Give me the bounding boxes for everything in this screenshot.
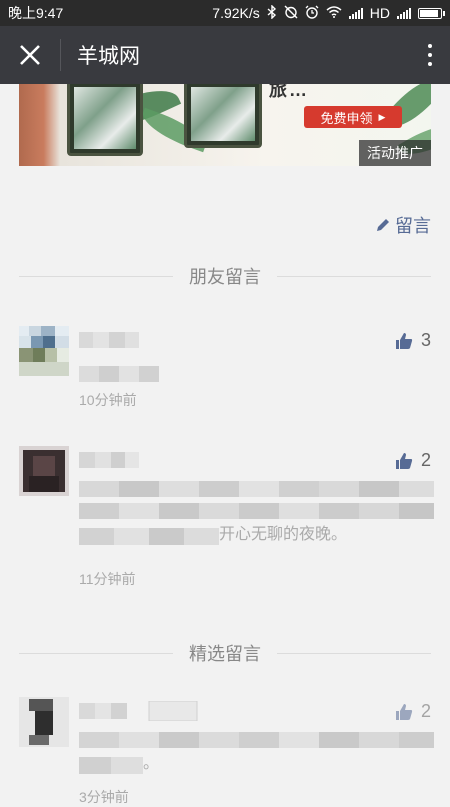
comment-item: 开心无聊的夜晚。 11分钟前 2 (19, 446, 434, 587)
comment-author (79, 450, 141, 472)
battery-icon (418, 7, 445, 19)
avatar[interactable] (19, 697, 69, 747)
wifi-icon (326, 6, 342, 20)
divider-line (19, 275, 173, 277)
friends-section-header: 朋友留言 (19, 264, 431, 288)
comment-author (79, 701, 199, 723)
close-button[interactable] (0, 26, 60, 84)
product-image (184, 84, 262, 148)
more-dot (428, 62, 432, 66)
close-icon (20, 45, 40, 65)
status-icons: 7.92K/s HD (212, 4, 445, 21)
like-count: 2 (420, 450, 431, 470)
nav-bar: 羊城网 (0, 26, 450, 84)
comment-text-visible: 。 (143, 755, 160, 772)
comment-item: 。 3分钟前 2 (19, 697, 434, 805)
like-button[interactable]: 3 (395, 330, 431, 351)
comment-time: 11分钟前 (79, 571, 136, 587)
comment-text: 开心无聊的夜晚。 (79, 476, 434, 547)
avatar[interactable] (19, 326, 69, 376)
write-comment-label: 留言 (395, 216, 431, 236)
play-arrow-icon: ▶ (378, 111, 386, 122)
comment-text: 。 (79, 727, 434, 776)
comment-text (79, 360, 434, 388)
like-button[interactable]: 2 (395, 701, 431, 722)
pencil-icon (377, 219, 389, 231)
more-vert-icon (428, 44, 432, 48)
divider-line (277, 652, 431, 654)
divider-line (19, 652, 173, 654)
network-type: HD (369, 5, 390, 21)
divider-line (277, 275, 431, 277)
bluetooth-icon (267, 4, 277, 21)
net-speed: 7.92K/s (212, 5, 260, 21)
avatar[interactable] (19, 446, 69, 496)
signal-icon-secondary (397, 7, 411, 19)
more-button[interactable] (410, 26, 450, 84)
comment-author (79, 330, 141, 352)
ad-banner[interactable]: 旅… 免费申领 ▶ 活动推广 (19, 84, 431, 166)
status-time: 晚上9:47 (8, 5, 64, 21)
promo-tag: 活动推广 (359, 140, 431, 166)
banner-headline: 旅… (269, 84, 309, 100)
product-image (67, 84, 143, 156)
like-count: 2 (420, 701, 431, 721)
thumbs-up-icon (395, 703, 413, 720)
page-title: 羊城网 (77, 45, 140, 68)
signal-icon (348, 7, 363, 19)
friends-section-title: 朋友留言 (189, 267, 261, 287)
thumbs-up-icon (395, 452, 413, 469)
comment-item: 10分钟前 3 (19, 326, 431, 416)
featured-section-header: 精选留言 (19, 641, 431, 665)
free-apply-label: 免费申领 (320, 110, 373, 126)
comment-time: 10分钟前 (79, 392, 137, 408)
nav-divider (60, 39, 61, 71)
status-bar: 晚上9:47 7.92K/s HD (0, 0, 450, 26)
like-count: 3 (420, 330, 431, 350)
alarm-off-icon (284, 5, 298, 21)
more-dot (428, 53, 432, 57)
comment-time: 3分钟前 (79, 789, 129, 805)
write-comment-button[interactable]: 留言 (375, 212, 431, 238)
comment-text-visible: 开心无聊的夜晚。 (219, 526, 348, 543)
featured-section-title: 精选留言 (189, 644, 261, 664)
thumbs-up-icon (395, 332, 413, 349)
battery-level (420, 9, 438, 17)
like-button[interactable]: 2 (395, 450, 431, 471)
free-apply-button[interactable]: 免费申领 ▶ (304, 106, 402, 128)
alarm-clock-icon (305, 5, 319, 21)
